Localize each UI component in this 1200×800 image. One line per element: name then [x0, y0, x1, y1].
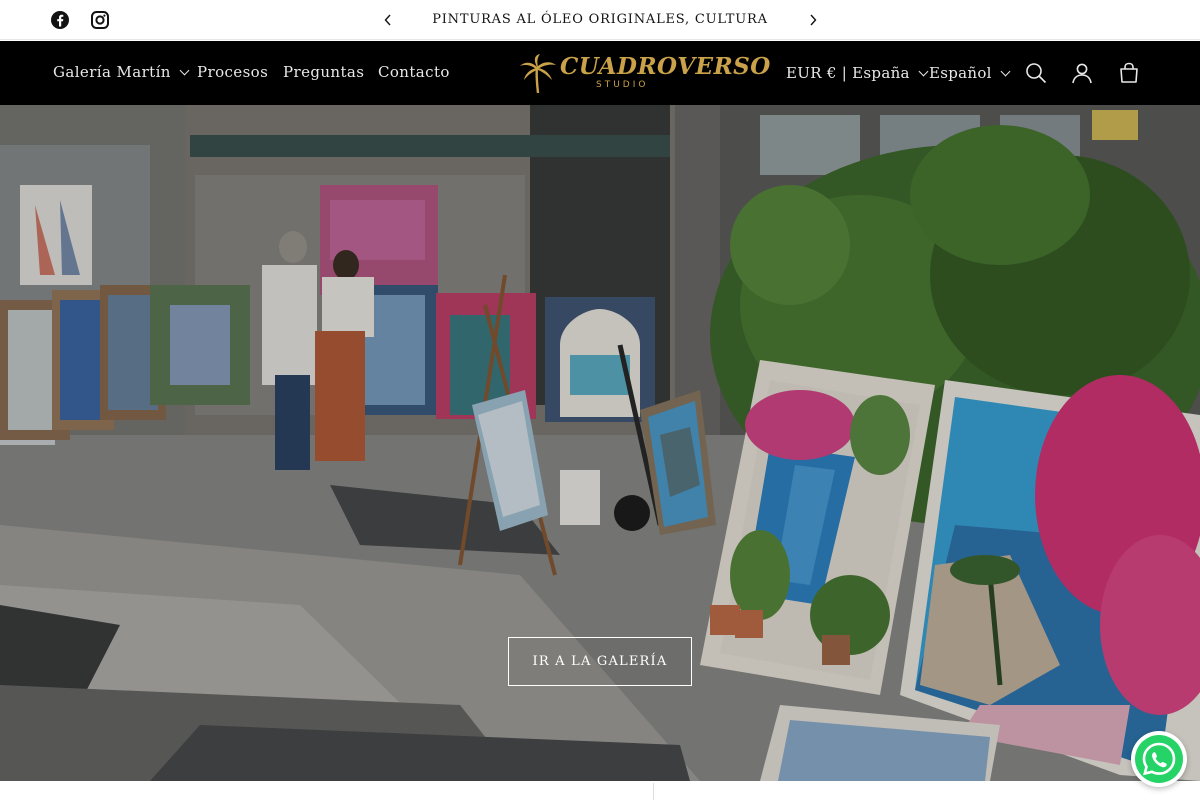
nav-item-procesos[interactable]: Procesos	[197, 41, 268, 105]
site-header: Galería Martín Procesos Preguntas Contac…	[0, 41, 1200, 105]
palm-logo-icon	[520, 54, 556, 94]
chevron-down-icon	[1000, 66, 1011, 77]
nav-item-label: Galería Martín	[53, 63, 171, 81]
chevron-right-icon	[810, 14, 817, 26]
hero-banner: IR A LA GALERÍA	[0, 105, 1200, 781]
nav-item-preguntas[interactable]: Preguntas	[283, 41, 364, 105]
whatsapp-icon	[1135, 735, 1183, 783]
nav-item-contacto[interactable]: Contacto	[378, 41, 450, 105]
go-to-gallery-button[interactable]: IR A LA GALERÍA	[508, 637, 692, 686]
announcement-prev-button[interactable]	[376, 0, 400, 40]
account-icon	[1072, 63, 1092, 84]
cart-button[interactable]	[1109, 53, 1149, 93]
search-icon	[1026, 63, 1047, 84]
language-selector[interactable]: Español	[929, 41, 1011, 105]
announcement-text: PINTURAS AL ÓLEO ORIGINALES, CULTURA ESP…	[432, 12, 768, 67]
currency-label: EUR € | España	[786, 64, 910, 82]
chevron-down-icon	[918, 66, 929, 77]
instagram-icon	[91, 11, 109, 29]
logo-subtitle: STUDIO	[596, 80, 649, 90]
content-below-hero	[0, 781, 1200, 800]
announcement-bar: PINTURAS AL ÓLEO ORIGINALES, CULTURA ESP…	[0, 0, 1200, 67]
instagram-link[interactable]	[86, 0, 114, 40]
logo-wordmark: CUADROVERSO	[560, 53, 771, 80]
facebook-icon	[51, 11, 69, 29]
account-button[interactable]	[1062, 53, 1102, 93]
cart-icon	[1120, 62, 1138, 83]
search-button[interactable]	[1016, 53, 1056, 93]
nav-item-galeria[interactable]: Galería Martín	[53, 41, 190, 105]
section-divider	[653, 783, 654, 800]
chevron-down-icon	[179, 65, 190, 76]
announcement-next-button[interactable]	[801, 0, 825, 40]
chevron-left-icon	[384, 14, 391, 26]
site-logo[interactable]: CUADROVERSO STUDIO	[516, 53, 770, 95]
whatsapp-chat-button[interactable]	[1131, 731, 1187, 787]
facebook-link[interactable]	[46, 0, 74, 40]
currency-selector[interactable]: EUR € | España	[786, 41, 929, 105]
language-label: Español	[929, 64, 992, 82]
